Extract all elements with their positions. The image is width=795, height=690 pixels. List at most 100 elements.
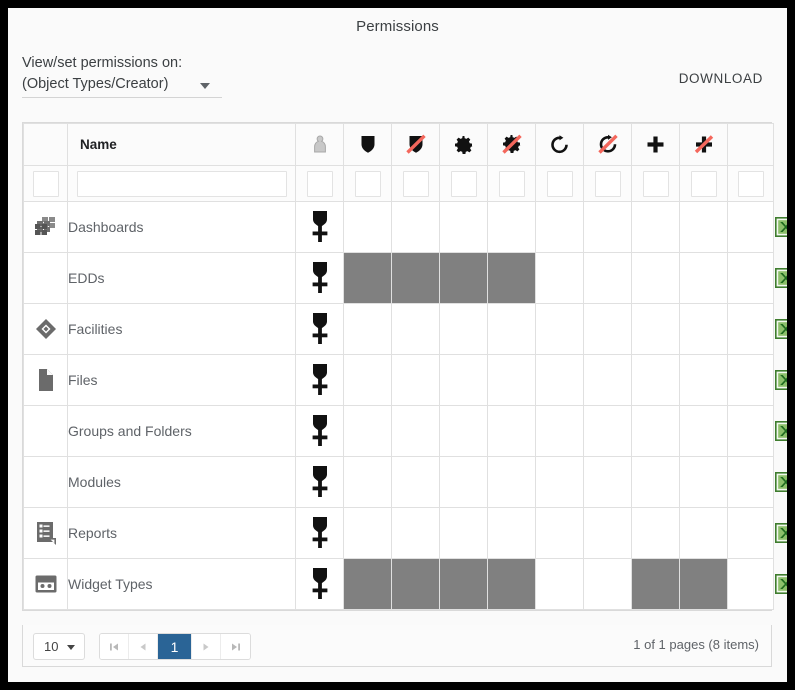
permission-cell-6[interactable] — [535, 456, 584, 508]
permission-cell-7[interactable] — [583, 456, 632, 508]
permission-cell-5[interactable] — [487, 405, 536, 457]
permission-cell-4[interactable] — [439, 201, 488, 253]
permission-cell-1[interactable] — [295, 201, 344, 253]
permission-cell-6[interactable] — [535, 201, 584, 253]
permissions-scope-select[interactable]: (Object Types/Creator) — [22, 73, 222, 98]
permission-cell-10[interactable] — [727, 456, 774, 508]
permission-cell-8[interactable] — [631, 354, 680, 406]
table-row[interactable]: Dashboards — [23, 201, 787, 253]
permission-cell-10[interactable] — [727, 252, 774, 304]
table-row[interactable]: Widget Types — [23, 558, 787, 610]
permission-cell-10[interactable] — [727, 558, 774, 610]
permission-cell-9[interactable] — [679, 201, 728, 253]
permission-cell-9[interactable] — [679, 405, 728, 457]
permission-cell-7[interactable] — [583, 303, 632, 355]
permission-cell-8[interactable] — [631, 507, 680, 559]
filter-input-name[interactable] — [76, 170, 287, 197]
permission-cell-9[interactable] — [679, 456, 728, 508]
excel-export-icon[interactable] — [774, 421, 787, 441]
filter-box-p5[interactable] — [498, 170, 525, 197]
permission-cell-4[interactable] — [439, 303, 488, 355]
permission-cell-7[interactable] — [583, 252, 632, 304]
permission-cell-10[interactable] — [727, 507, 774, 559]
permission-cell-5[interactable] — [487, 303, 536, 355]
permission-cell-9[interactable] — [679, 558, 728, 610]
permission-cell-8[interactable] — [631, 303, 680, 355]
permission-cell-2[interactable] — [343, 456, 392, 508]
permission-cell-6[interactable] — [535, 354, 584, 406]
header-gear-slash[interactable] — [487, 123, 536, 166]
permission-cell-3[interactable] — [391, 507, 440, 559]
permission-cell-5[interactable] — [487, 354, 536, 406]
permission-cell-7[interactable] — [583, 405, 632, 457]
header-name[interactable]: Name — [67, 123, 296, 166]
permission-cell-8[interactable] — [631, 201, 680, 253]
filter-box-p7[interactable] — [594, 170, 621, 197]
permission-cell-2[interactable] — [343, 252, 392, 304]
permission-cell-3[interactable] — [391, 201, 440, 253]
download-button[interactable]: DOWNLOAD — [673, 67, 769, 90]
permission-cell-1[interactable] — [295, 405, 344, 457]
permission-cell-2[interactable] — [343, 507, 392, 559]
header-plus-slash[interactable] — [679, 123, 728, 166]
permission-cell-5[interactable] — [487, 507, 536, 559]
permission-cell-10[interactable] — [727, 201, 774, 253]
permission-cell-10[interactable] — [727, 354, 774, 406]
permission-cell-3[interactable] — [391, 303, 440, 355]
table-row[interactable]: Groups and Folders — [23, 405, 787, 457]
table-row[interactable]: Files — [23, 354, 787, 406]
permission-cell-4[interactable] — [439, 405, 488, 457]
header-shield[interactable] — [343, 123, 392, 166]
table-row[interactable]: Modules — [23, 456, 787, 508]
filter-box-p1[interactable] — [306, 170, 333, 197]
permission-cell-10[interactable] — [727, 405, 774, 457]
header-shield-slash[interactable] — [391, 123, 440, 166]
permission-cell-5[interactable] — [487, 558, 536, 610]
permission-cell-7[interactable] — [583, 558, 632, 610]
excel-export-icon[interactable] — [774, 370, 787, 390]
permission-cell-2[interactable] — [343, 201, 392, 253]
page-size-select[interactable]: 10 — [33, 633, 85, 660]
permission-cell-6[interactable] — [535, 252, 584, 304]
header-lock-pawn[interactable] — [295, 123, 344, 166]
permission-cell-1[interactable] — [295, 354, 344, 406]
table-row[interactable]: Facilities — [23, 303, 787, 355]
excel-export-icon[interactable] — [774, 472, 787, 492]
permission-cell-4[interactable] — [439, 558, 488, 610]
header-refresh[interactable] — [535, 123, 584, 166]
permission-cell-6[interactable] — [535, 507, 584, 559]
permission-cell-5[interactable] — [487, 201, 536, 253]
filter-box-p2[interactable] — [354, 170, 381, 197]
filter-box-p9[interactable] — [690, 170, 717, 197]
excel-export-icon[interactable] — [774, 217, 787, 237]
next-page-button[interactable] — [192, 634, 221, 659]
permission-cell-1[interactable] — [295, 303, 344, 355]
excel-export-icon[interactable] — [774, 268, 787, 288]
permission-cell-8[interactable] — [631, 558, 680, 610]
page-number-1[interactable]: 1 — [158, 634, 192, 659]
table-row[interactable]: Reports — [23, 507, 787, 559]
permission-cell-4[interactable] — [439, 507, 488, 559]
permission-cell-9[interactable] — [679, 252, 728, 304]
excel-export-icon[interactable] — [774, 319, 787, 339]
permission-cell-5[interactable] — [487, 456, 536, 508]
permission-cell-3[interactable] — [391, 252, 440, 304]
permission-cell-2[interactable] — [343, 405, 392, 457]
permission-cell-5[interactable] — [487, 252, 536, 304]
last-page-button[interactable] — [221, 634, 250, 659]
header-plus[interactable] — [631, 123, 680, 166]
excel-export-icon[interactable] — [774, 523, 787, 543]
permission-cell-3[interactable] — [391, 354, 440, 406]
prev-page-button[interactable] — [129, 634, 158, 659]
permission-cell-2[interactable] — [343, 303, 392, 355]
permission-cell-1[interactable] — [295, 252, 344, 304]
permission-cell-9[interactable] — [679, 507, 728, 559]
header-refresh-slash[interactable] — [583, 123, 632, 166]
permission-cell-9[interactable] — [679, 303, 728, 355]
permission-cell-7[interactable] — [583, 354, 632, 406]
permission-cell-3[interactable] — [391, 405, 440, 457]
excel-export-icon[interactable] — [774, 574, 787, 594]
filter-box-object-icon[interactable] — [32, 170, 59, 197]
permission-cell-6[interactable] — [535, 405, 584, 457]
permission-cell-3[interactable] — [391, 456, 440, 508]
